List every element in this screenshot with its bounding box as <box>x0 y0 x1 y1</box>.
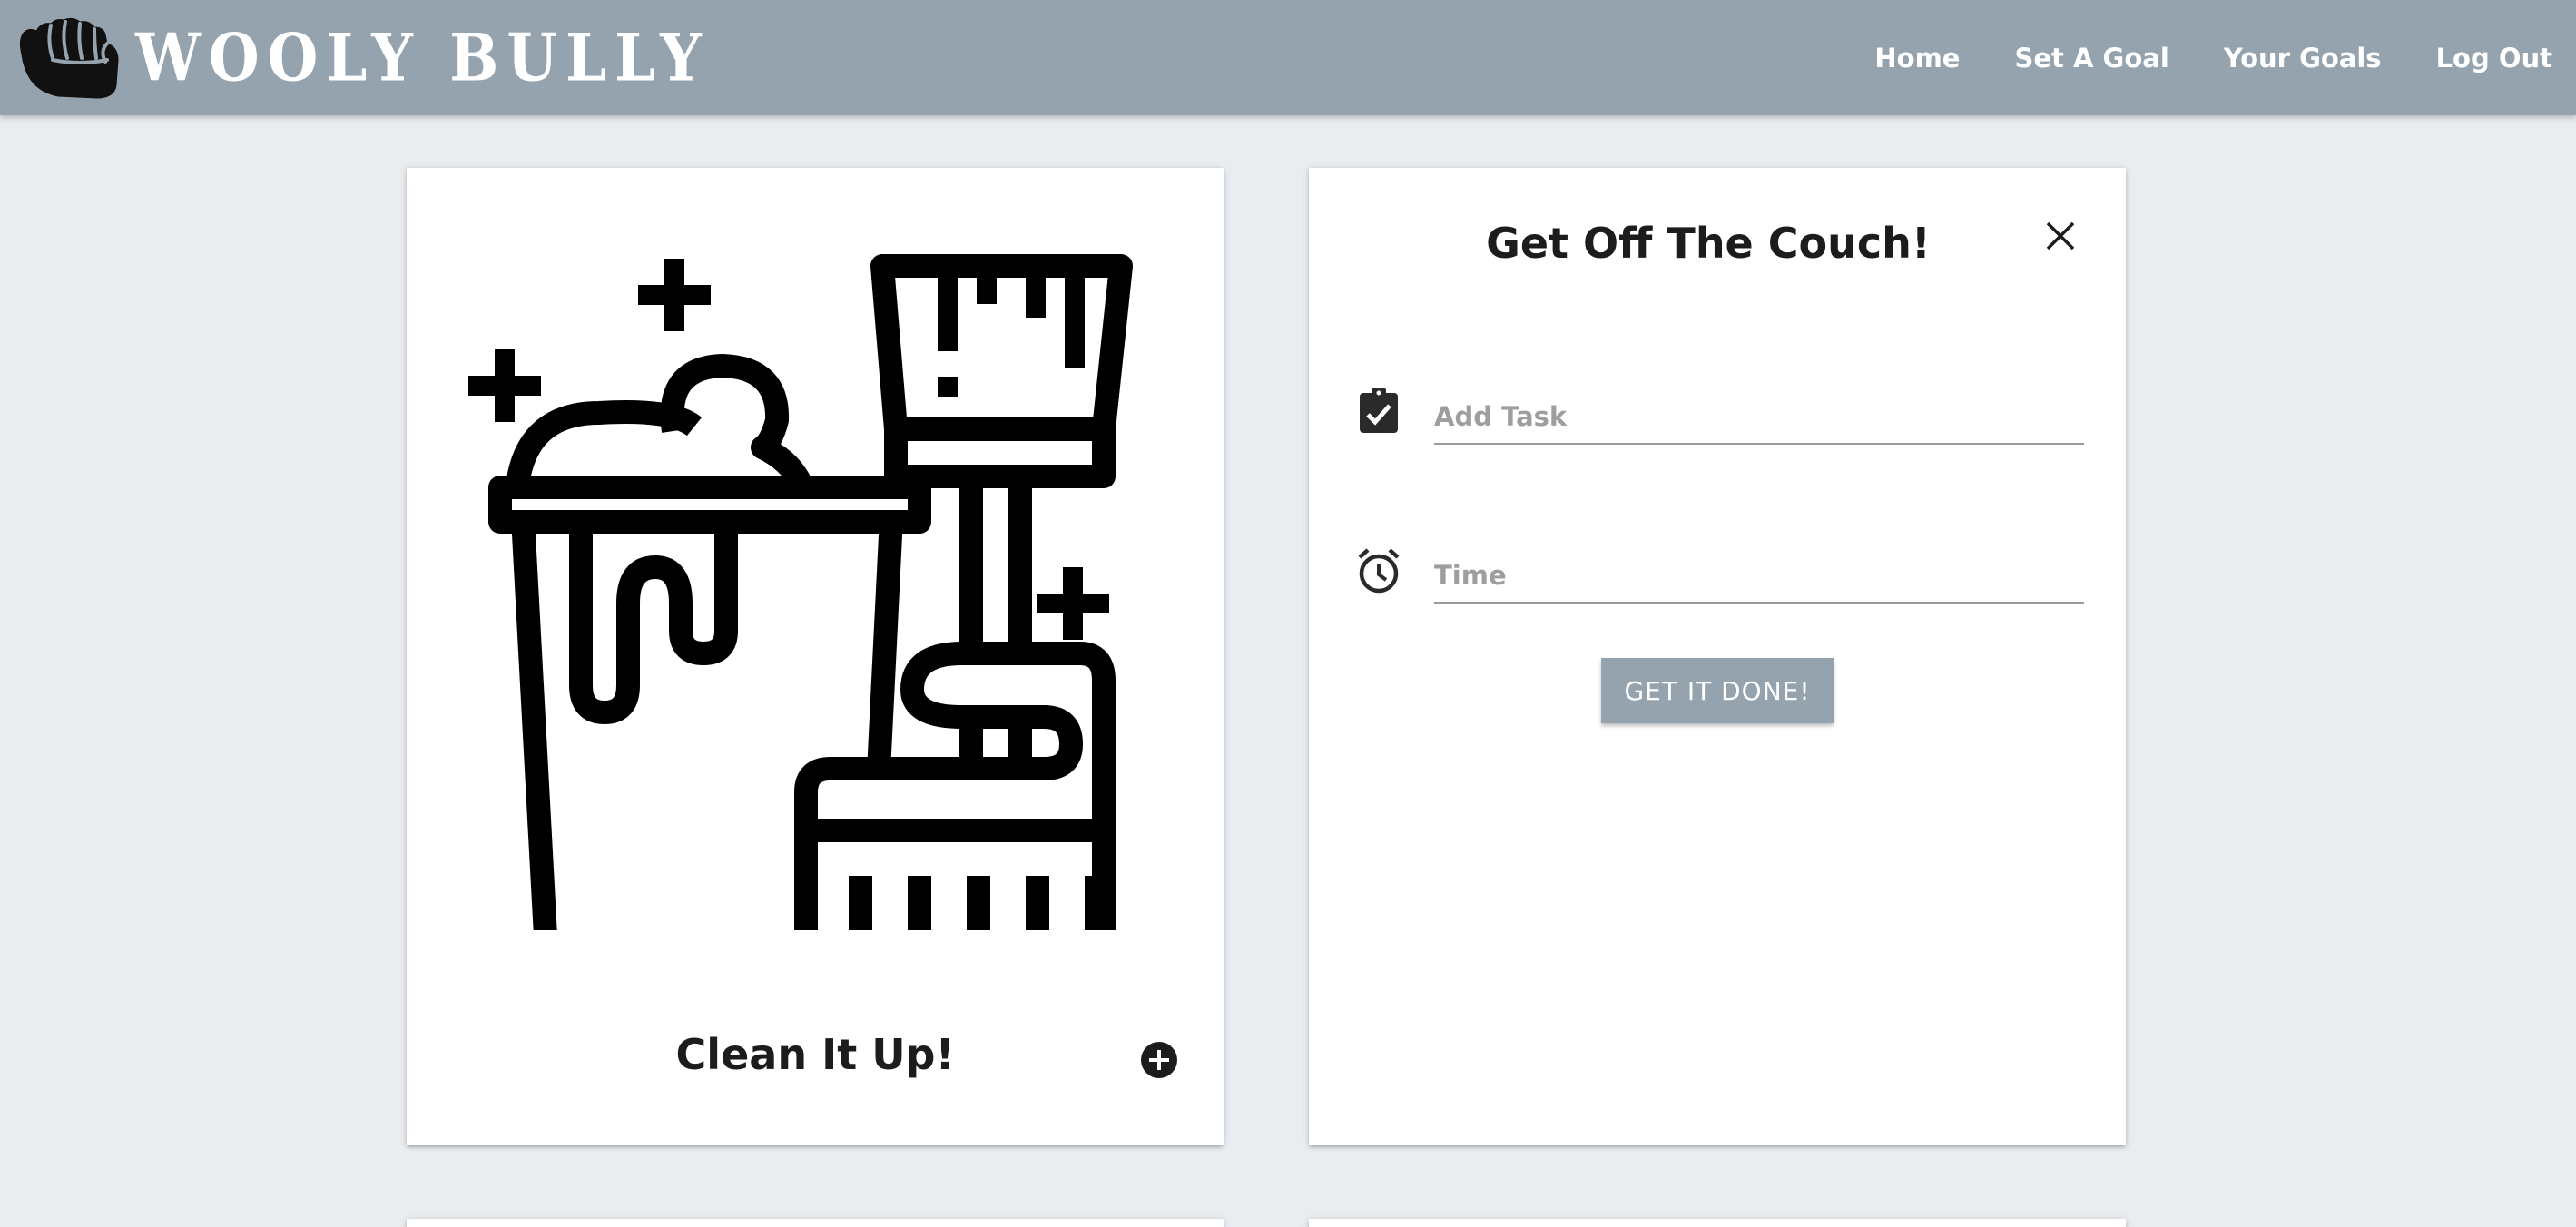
time-input[interactable] <box>1434 549 2084 604</box>
brand-name: WOOLY BULLY <box>135 20 710 96</box>
goal-card-clean: Clean It Up! <box>407 168 1224 1145</box>
nav-link-set-a-goal[interactable]: Set A Goal <box>2014 43 2168 74</box>
nav-link-log-out[interactable]: Log Out <box>2436 43 2552 74</box>
fist-icon <box>19 17 119 99</box>
goal-card-partial <box>1309 1219 2126 1227</box>
add-task-input[interactable] <box>1434 390 2084 445</box>
close-icon[interactable] <box>2042 218 2079 254</box>
nav-link-home[interactable]: Home <box>1874 43 1960 74</box>
get-it-done-button[interactable]: GET IT DONE! <box>1601 658 1834 723</box>
clipboard-check-icon <box>1360 388 1398 433</box>
card-title: Get Off The Couch! <box>1486 219 1931 268</box>
goal-card-couch: Get Off The Couch! GET IT DONE! <box>1309 168 2126 1145</box>
cleaning-bucket-broom-icon <box>468 254 1133 930</box>
add-circle-icon[interactable] <box>1140 1041 1178 1079</box>
alarm-clock-icon <box>1358 548 1400 594</box>
card-title: Clean It Up! <box>675 1030 955 1079</box>
brand[interactable]: WOOLY BULLY <box>16 13 710 103</box>
navbar: WOOLY BULLY Home Set A Goal Your Goals L… <box>0 0 2576 115</box>
nav-links: Home Set A Goal Your Goals Log Out <box>1820 0 2552 115</box>
goal-card-partial <box>407 1219 1224 1227</box>
nav-link-your-goals[interactable]: Your Goals <box>2224 43 2382 74</box>
